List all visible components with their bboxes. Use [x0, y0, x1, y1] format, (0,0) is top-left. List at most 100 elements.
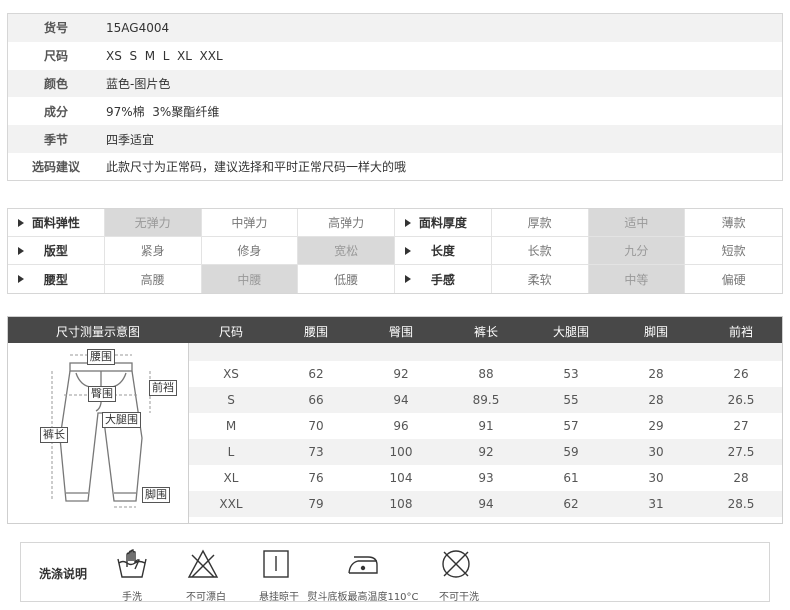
measurement-cell: 66: [308, 393, 324, 407]
info-label: 颜色: [43, 76, 68, 91]
attribute-name: 长度: [395, 237, 492, 264]
info-row-material: 成分 97%棉 3%聚酯纤维: [8, 97, 782, 125]
measurement-cell: 26.5: [727, 393, 755, 407]
hem-label: 脚围: [142, 487, 170, 503]
attribute-option: 中等: [588, 265, 686, 293]
triangle-right-icon: [18, 219, 24, 227]
measurement-cell: 94: [393, 393, 409, 407]
no-bleach-icon: [187, 549, 219, 578]
attribute-name-label: 长度: [430, 244, 455, 258]
size-cell: S: [227, 393, 235, 407]
measurement-cell: 70: [308, 419, 324, 433]
measurement-cell: 61: [563, 471, 579, 485]
column-header: 前裆: [728, 325, 754, 339]
table-row: XL 76 104 93 61 30 28: [189, 465, 782, 491]
info-value: 此款尺寸为正常码，建议选择和平时正常尺码一样大的哦: [106, 160, 407, 175]
measurement-cell: 104: [389, 471, 413, 485]
measurement-cell: 89.5: [472, 393, 500, 407]
info-value: 15AG4004: [106, 20, 170, 35]
attribute-option: 短款: [721, 244, 746, 258]
measurement-cell: 94: [478, 497, 494, 511]
measurement-cell: 28: [648, 367, 664, 381]
table-row: M 70 96 91 57 29 27: [189, 413, 782, 439]
size-cell: L: [227, 445, 235, 459]
triangle-right-icon: [405, 247, 411, 255]
column-header: 臀围: [388, 325, 414, 339]
attribute-option: 柔软: [492, 265, 589, 293]
measurement-cell: 91: [478, 419, 494, 433]
triangle-right-icon: [18, 275, 24, 283]
measurement-cell: 28: [733, 471, 749, 485]
measurement-cell: 26: [733, 367, 749, 381]
care-label: 熨斗底板最高温度110°C: [307, 592, 419, 603]
measurement-cell: 30: [648, 445, 664, 459]
info-label: 选码建议: [31, 160, 80, 175]
measurement-cell: 79: [308, 497, 324, 511]
info-row-color: 颜色 蓝色-图片色: [8, 69, 782, 98]
thigh-label: 大腿围: [102, 412, 141, 428]
column-header: 脚围: [643, 325, 669, 339]
attribute-name-label: 腰型: [43, 272, 68, 287]
measurement-cell: 93: [478, 471, 494, 485]
size-cell: XL: [223, 471, 239, 485]
measurement-cell: 53: [563, 367, 579, 381]
attribute-option: 厚款: [492, 209, 589, 236]
attribute-option: 紧身: [105, 237, 202, 264]
size-chart-header: 尺寸测量示意图 尺码 腰围 臀围 裤长 大腿围 脚围 前裆: [8, 317, 782, 343]
care-label: 悬挂晾干: [259, 592, 299, 603]
attribute-option: 宽松: [298, 237, 395, 264]
measurement-cell: 27.5: [727, 445, 755, 459]
measurement-cell: 57: [563, 419, 579, 433]
front-rise-label: 前裆: [149, 380, 177, 396]
measurement-cell: 108: [389, 497, 413, 511]
triangle-right-icon: [405, 275, 411, 283]
info-value: XS S M L XL XXL: [106, 48, 223, 63]
care-item: 熨斗底板最高温度110°C: [307, 547, 419, 603]
measurement-cell: 62: [563, 497, 579, 511]
table-spacer-row: [189, 343, 782, 361]
hang-dry-icon: [263, 550, 289, 578]
length-label: 裤长: [40, 427, 68, 443]
care-item: 悬挂晾干: [259, 547, 299, 603]
care-item: 不可漂白: [186, 547, 226, 603]
info-row-sizes: 尺码 XS S M L XL XXL: [8, 42, 782, 70]
care-title: 洗涤说明: [39, 567, 88, 581]
measurement-cell: 30: [648, 471, 664, 485]
attribute-row: 腰型 高腰 中腰 低腰 手感 柔软 中等 偏硬: [8, 265, 782, 293]
care-label: 不可干洗: [439, 592, 479, 603]
attribute-name-label: 面料厚度: [418, 216, 467, 230]
care-instructions: 洗涤说明 手洗 不可漂白 悬挂晾干 熨斗底板最高温度110°C 不可干洗: [20, 542, 770, 603]
size-cell: XS: [223, 367, 239, 381]
attribute-option: 偏硬: [721, 272, 746, 287]
measurement-cell: 88: [478, 367, 494, 381]
column-header: 腰围: [303, 325, 329, 339]
attribute-name-label: 面料弹性: [31, 216, 80, 230]
table-row: XS 62 92 88 53 28 26: [189, 361, 782, 387]
iron-icon: [348, 556, 378, 574]
attribute-option: 无弹力: [104, 209, 202, 236]
care-item: 手洗: [115, 547, 149, 603]
attribute-grid: 面料弹性 无弹力 中弹力 高弹力 面料厚度 厚款 适中 薄款 版型 紧身 修身 宽松 长度 长款 九分 短款腰…: [7, 208, 783, 294]
diagram-title: 尺寸测量示意图: [55, 325, 141, 339]
measurement-cell: 29: [648, 419, 664, 433]
measurement-cell: 28.5: [727, 497, 755, 511]
attribute-option: 低腰: [298, 265, 395, 293]
info-row-size-advice: 选码建议 此款尺寸为正常码，建议选择和平时正常尺码一样大的哦: [8, 153, 782, 181]
measurement-cell: 59: [563, 445, 579, 459]
measurement-cell: 96: [393, 419, 409, 433]
attribute-name: 版型: [8, 237, 105, 264]
measurement-cell: 28: [648, 393, 664, 407]
info-label: 季节: [43, 132, 68, 147]
measurement-cell: 55: [563, 393, 579, 407]
column-header: 尺码: [218, 325, 244, 339]
attribute-option: 中弹力: [202, 209, 299, 236]
attribute-name: 面料弹性: [8, 209, 105, 236]
column-header: 大腿围: [552, 325, 590, 339]
info-value: 蓝色-图片色: [106, 76, 171, 91]
measurement-cell: 100: [389, 445, 413, 459]
care-item: 不可干洗: [439, 547, 479, 603]
table-row: XXL 79 108 94 62 31 28.5: [189, 491, 782, 517]
table-row: S 66 94 89.5 55 28 26.5: [189, 387, 782, 413]
info-label: 货号: [43, 21, 68, 36]
size-chart: 尺寸测量示意图 尺码 腰围 臀围 裤长 大腿围 脚围 前裆 腰围 臀围 前裆 大…: [7, 316, 783, 524]
